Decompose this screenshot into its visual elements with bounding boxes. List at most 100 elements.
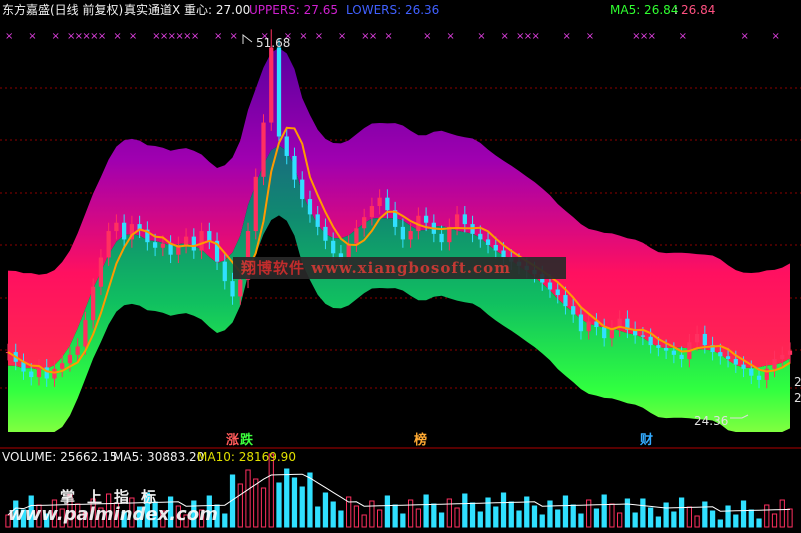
volume-bar	[609, 503, 615, 528]
volume-bar	[593, 508, 600, 528]
candle-body	[60, 363, 65, 369]
volume-bar	[299, 486, 305, 528]
candle-body	[276, 47, 282, 137]
candle-body	[733, 359, 738, 365]
candle-body	[749, 368, 754, 376]
volume-bar	[322, 492, 329, 528]
volume-bar	[671, 511, 677, 528]
volume-bar	[222, 513, 228, 528]
volume-bar	[562, 495, 569, 528]
candle-body	[122, 222, 127, 240]
candle-body	[772, 359, 777, 369]
candle-body	[400, 226, 406, 240]
signal-marker: ×	[384, 31, 392, 42]
candle-body	[269, 47, 274, 123]
signal-marker: ×	[369, 31, 377, 42]
volume-bar	[686, 506, 692, 528]
event-tag-finance[interactable]: 财	[640, 433, 653, 448]
candle-body	[462, 214, 467, 225]
volume-bar	[725, 505, 731, 528]
event-tag-rise[interactable]: 涨	[226, 433, 239, 448]
candle-body	[323, 226, 328, 241]
candle-body	[385, 197, 390, 211]
volume-bar	[469, 502, 476, 528]
volume-bar	[431, 503, 437, 528]
volume-bar	[663, 502, 669, 528]
volume-bar	[392, 504, 398, 528]
volume-bar	[771, 513, 778, 528]
candle-body	[571, 306, 576, 315]
volume-bar	[377, 509, 383, 528]
volume-bar	[624, 498, 631, 528]
volume-bar	[733, 514, 739, 528]
candle-body	[114, 222, 119, 232]
signal-marker: ×	[562, 31, 570, 42]
volume-bar	[446, 498, 452, 528]
candle-body	[207, 231, 212, 241]
candle-body	[36, 367, 42, 378]
volume-bar	[779, 499, 785, 528]
signal-marker: ×	[338, 31, 346, 42]
candle-body	[222, 261, 227, 282]
candle-body	[454, 214, 460, 227]
volume-bar	[748, 509, 754, 528]
volume-bar	[284, 468, 290, 528]
volume-bar	[678, 497, 685, 528]
ma5-value-2: 26.84	[681, 3, 716, 17]
lowers-value: LOWERS: 26.36	[346, 3, 440, 17]
volume-bar	[438, 512, 445, 528]
candle-body	[106, 231, 111, 258]
volume-bar	[640, 498, 646, 528]
candle-body	[160, 243, 165, 248]
volume-bar	[315, 506, 321, 528]
volume-bar	[245, 469, 251, 528]
candle-body	[563, 295, 568, 307]
candle-body	[191, 236, 196, 251]
volume-bar	[601, 494, 607, 528]
center-value: 重心: 27.00	[184, 3, 251, 17]
candle-body	[586, 321, 591, 332]
ma5-value: MA5: 26.84	[610, 3, 679, 17]
indicator-name[interactable]: 真实通道X	[124, 3, 180, 17]
volume-header: VOLUME: 25662.15 MA5: 30883.20 MA10: 281…	[0, 450, 801, 466]
candle-body	[183, 236, 189, 245]
event-tag-list[interactable]: 榜	[414, 433, 427, 448]
signal-marker: ×	[477, 31, 485, 42]
signal-marker: ×	[501, 31, 509, 42]
volume-ma10: MA10: 28169.90	[197, 450, 296, 464]
candle-body	[671, 350, 676, 355]
signal-marker: ×	[531, 31, 539, 42]
volume-bar	[648, 507, 654, 528]
volume-bar	[493, 506, 499, 528]
candle-body	[702, 333, 707, 346]
watermark-palmindex-url: www.palmindex.com	[8, 504, 218, 525]
volume-bar	[547, 500, 553, 528]
signal-marker: ×	[446, 31, 454, 42]
candle-body	[168, 243, 173, 255]
high-pointer	[242, 33, 253, 44]
candle-body	[780, 354, 785, 360]
candle-body	[756, 375, 762, 380]
candle-body	[547, 282, 553, 290]
volume-value: VOLUME: 25662.15	[2, 450, 118, 464]
high-price-label: 51.68	[256, 36, 291, 50]
signal-marker: ×	[772, 31, 780, 42]
low-price-label: 24.36	[694, 414, 729, 428]
volume-bar	[400, 513, 406, 528]
volume-bar	[477, 511, 483, 528]
volume-bar	[787, 508, 793, 528]
candle-body	[284, 136, 289, 156]
candle-body	[199, 231, 204, 251]
signal-marker: ×	[98, 31, 106, 42]
event-tag-fall[interactable]: 跌	[240, 433, 253, 448]
volume-bar	[415, 508, 421, 528]
candle-body	[83, 320, 88, 347]
channel-bands	[8, 48, 790, 432]
volume-bar	[253, 478, 259, 528]
signal-marker: ×	[28, 31, 36, 42]
signal-markers: × × × × × × × × × × × × × × × × × × × × × × × × × × × × × × × × × × × × × × × ×…	[5, 31, 780, 42]
volume-bar	[632, 512, 638, 528]
candle-body	[602, 327, 607, 339]
signal-marker: ×	[741, 31, 749, 42]
candle-body	[423, 215, 429, 223]
